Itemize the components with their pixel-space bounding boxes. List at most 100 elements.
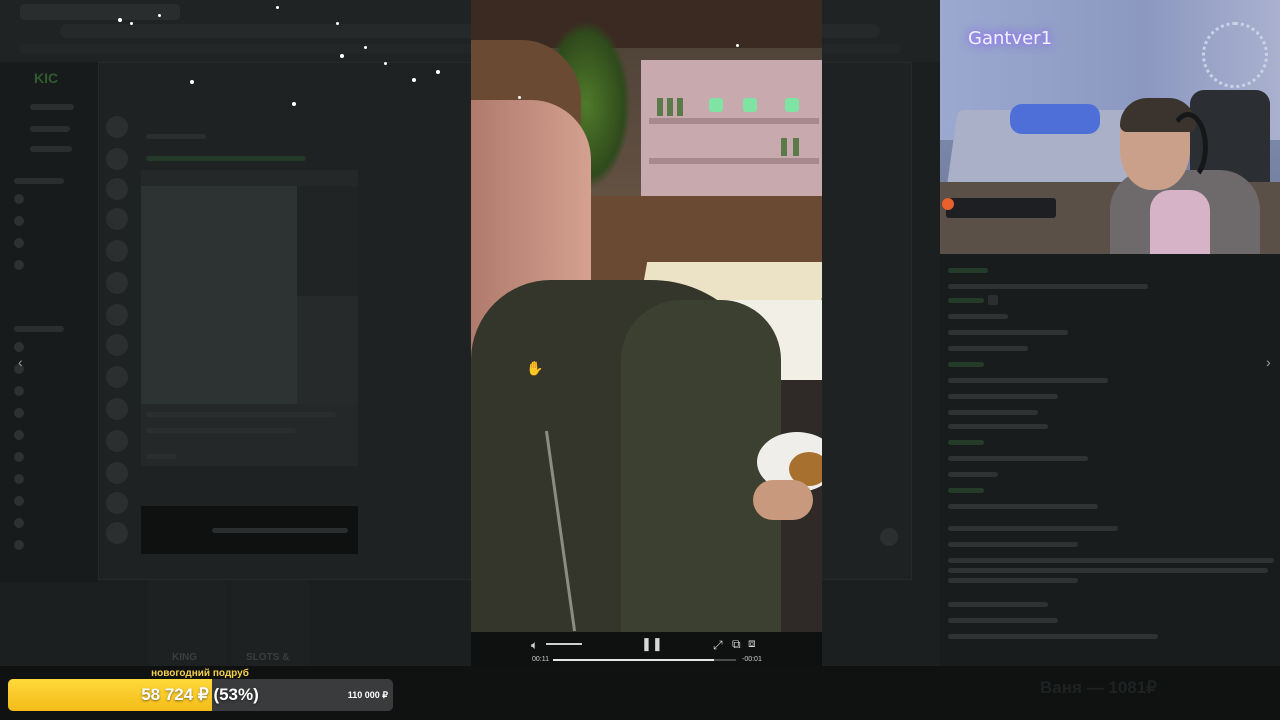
video-bottle [781,138,787,156]
channel-avatar[interactable] [14,496,24,506]
list-avatar[interactable] [106,148,128,170]
list-avatar[interactable] [106,522,128,544]
chat-message [948,410,1038,415]
snowflake [336,22,339,25]
video-bar-cabinet [641,60,822,200]
video-bottle [677,98,683,116]
comment-hint [212,528,348,533]
snowflake [190,80,194,84]
chat-message [948,618,1058,623]
webcam-blanket [1010,104,1100,134]
channel-avatar[interactable] [14,216,24,226]
previous-arrow-icon[interactable]: ‹ [18,354,23,370]
chat-message [948,284,1148,289]
sidebar-item[interactable] [30,146,72,152]
snowflake [384,62,387,65]
chat-message [948,424,1048,429]
next-arrow-icon[interactable]: › [1266,354,1271,370]
post-photo[interactable] [297,296,358,404]
game-label: KING [172,652,197,663]
chat-message [948,558,1274,563]
channel-avatar[interactable] [14,342,24,352]
channel-avatar[interactable] [14,452,24,462]
snowflake [118,18,122,22]
chat-message [948,394,1058,399]
chat-username [948,488,984,493]
chat-username [948,298,984,303]
pause-icon[interactable]: ❚❚ [641,637,663,650]
channel-avatar[interactable] [14,238,24,248]
list-avatar[interactable] [106,492,128,514]
channel-avatar[interactable] [14,474,24,484]
video-frame[interactable] [471,0,822,632]
video-green-light [785,98,799,112]
video-green-light [709,98,723,112]
channel-avatar[interactable] [14,194,24,204]
scroll-top-button[interactable] [880,528,898,546]
list-avatar[interactable] [106,430,128,452]
video-hand [753,480,813,520]
post-reactions[interactable] [146,454,176,459]
webcam-keyboard [946,198,1056,218]
chat-message [948,314,1008,319]
expand-icon[interactable]: ⤢ [713,639,723,651]
snowflake [412,78,416,82]
video-shelf [649,118,819,124]
chat-username [948,268,988,273]
chat-message [948,634,1158,639]
browser-tab[interactable] [20,4,180,20]
chat-message [948,330,1068,335]
pip-icon[interactable]: ⧉ [732,638,741,650]
sidebar-item[interactable] [30,126,70,132]
channel-avatar[interactable] [14,430,24,440]
donation-amount: 58 724 ₽ (53%) [141,685,259,704]
channel-avatar[interactable] [14,540,24,550]
list-avatar[interactable] [106,462,128,484]
sidebar-heading [14,178,64,184]
list-avatar[interactable] [106,208,128,230]
site-logo[interactable]: KIC [34,70,58,86]
volume-slider[interactable] [546,643,582,645]
snowflake [436,70,440,74]
list-avatar[interactable] [106,398,128,420]
list-avatar[interactable] [106,272,128,294]
chat-username [948,362,984,367]
list-avatar[interactable] [106,116,128,138]
snowflake [518,96,521,99]
chat-message [948,346,1028,351]
post-caption [146,412,336,417]
streamer-neon-name: Gantver1 [968,28,1053,49]
snowflake [736,44,739,47]
channel-avatar[interactable] [14,386,24,396]
list-avatar[interactable] [106,178,128,200]
chat-message [948,472,998,477]
video-progress-bar[interactable] [553,659,736,661]
channel-avatar[interactable] [14,408,24,418]
chat-message [948,602,1048,607]
post-photo[interactable] [297,186,358,296]
mouse-cursor-icon: ✋ [526,360,544,376]
chat-message [948,542,1078,547]
channel-avatar[interactable] [14,260,24,270]
list-avatar[interactable] [106,304,128,326]
cast-icon[interactable]: ⧈ [748,637,756,649]
post-author [146,134,206,139]
sidebar-item[interactable] [30,104,74,110]
webcam-garland [1202,22,1268,88]
chat-username [948,440,984,445]
top-donor-label: Ваня — 1081₽ [1040,678,1157,697]
post-photo[interactable] [141,186,297,404]
list-avatar[interactable] [106,366,128,388]
webcam-overlay: Gantver1 [940,0,1280,254]
webcam-orange [942,198,954,210]
video-bottle [667,98,673,116]
list-avatar[interactable] [106,240,128,262]
chat-message [948,578,1078,583]
list-avatar[interactable] [106,334,128,356]
volume-icon[interactable]: 🔈︎ [531,639,538,651]
channel-avatar[interactable] [14,518,24,528]
chat-emote [988,295,998,305]
webcam-streamer-shirt [1150,190,1210,254]
post-reactions[interactable] [146,428,296,433]
chat-message [948,526,1118,531]
